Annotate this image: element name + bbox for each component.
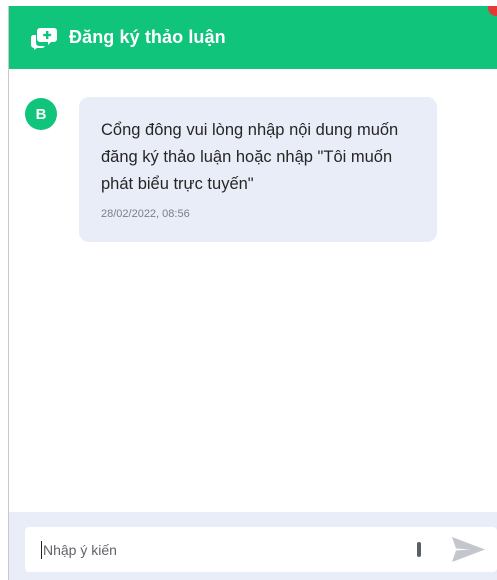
composer-box [25, 527, 497, 572]
composer-bar [9, 512, 497, 580]
chat-plus-icon [31, 28, 57, 50]
message-timestamp: 28/02/2022, 08:56 [101, 208, 190, 220]
message-text: Cổng đông vui lòng nhập nội dung muốn đă… [101, 121, 399, 193]
message-input[interactable] [43, 527, 383, 572]
chat-title: Đăng ký thảo luận [69, 27, 226, 47]
close-corner[interactable] [488, 6, 497, 16]
send-icon [452, 537, 485, 562]
chat-window: Đăng ký thảo luận B Cổng đông vui lòng n… [8, 6, 497, 580]
message-bubble: Cổng đông vui lòng nhập nội dung muốn đă… [79, 97, 437, 242]
send-button[interactable] [445, 533, 489, 566]
chat-header: Đăng ký thảo luận [9, 6, 497, 69]
avatar: B [25, 98, 57, 130]
text-caret [41, 541, 42, 559]
mic-icon[interactable] [417, 542, 421, 557]
